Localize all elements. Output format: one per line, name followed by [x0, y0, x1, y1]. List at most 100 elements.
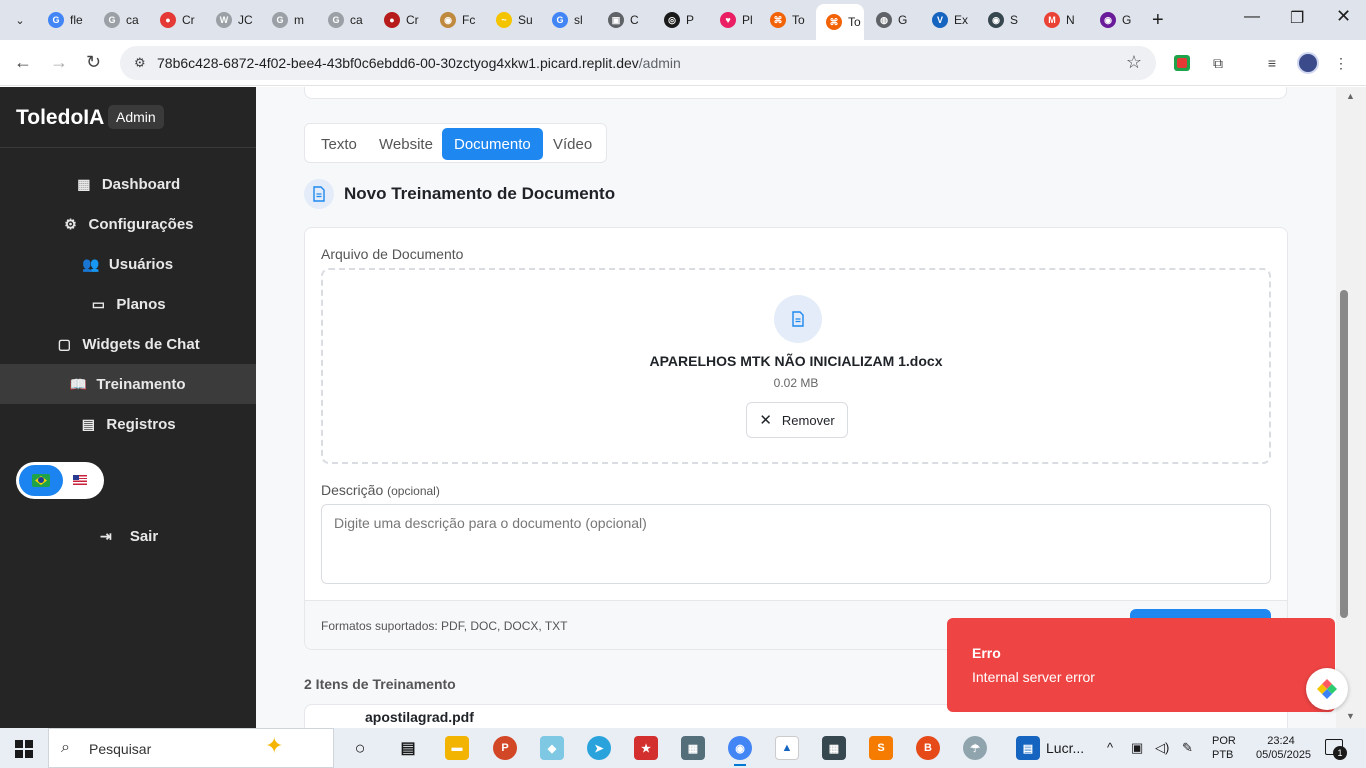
site-info-icon[interactable]: ⚙ — [134, 55, 146, 71]
app-box-icon[interactable]: ▦ — [681, 736, 705, 760]
browser-tab[interactable]: ● Cr — [160, 6, 202, 34]
browser-tab-label: To — [848, 15, 861, 29]
minimize-icon[interactable]: — — [1244, 8, 1260, 26]
close-icon: ✕ — [759, 412, 772, 429]
browser-tab[interactable]: Gca — [328, 6, 370, 34]
file-document-icon — [774, 295, 822, 343]
tab-texto[interactable]: Texto — [309, 128, 369, 160]
address-bar[interactable]: ⚙ 78b6c428-6872-4f02-bee4-43bf0c6ebdd6-0… — [120, 46, 1156, 80]
file-dropzone[interactable]: APARELHOS MTK NÃO INICIALIZAM 1.docx 0.0… — [321, 268, 1271, 464]
scroll-up-arrow-icon[interactable]: ▲ — [1346, 91, 1355, 101]
language-pt-br-option[interactable] — [19, 465, 63, 496]
sidebar-item-planos[interactable]: ▭ Planos — [0, 284, 256, 324]
browser-tab[interactable]: ◉ S — [988, 6, 1030, 34]
replit-icon: ⌘ — [826, 14, 842, 30]
app-umbrella-icon[interactable]: ☂ — [963, 736, 987, 760]
pen-icon[interactable]: ✎ — [1182, 740, 1193, 756]
browser-tab[interactable]: Gsl — [552, 6, 594, 34]
browser-tab[interactable]: MN — [1044, 6, 1086, 34]
browser-tab[interactable]: ◍ G — [876, 6, 918, 34]
extensions-puzzle-icon[interactable]: ⧉ — [1207, 52, 1229, 74]
file-explorer-icon[interactable]: ▬ — [445, 736, 469, 760]
profile-avatar[interactable] — [1297, 52, 1319, 74]
sidebar-item-configura-es[interactable]: ⚙ Configurações — [0, 204, 256, 244]
us-flag-icon[interactable] — [73, 475, 87, 485]
browser-menu-icon[interactable]: ⋮ — [1330, 52, 1352, 74]
telegram-icon[interactable]: ➤ — [587, 736, 611, 760]
logout-button[interactable]: ⇥ Sair — [0, 516, 256, 556]
app-red-star-icon[interactable]: ★ — [634, 736, 658, 760]
shield-icon: ◉ — [988, 12, 1004, 28]
browser-tab[interactable]: ◎ P — [664, 6, 706, 34]
sidebar-item-widgets-de-chat[interactable]: ▢ Widgets de Chat — [0, 324, 256, 364]
tab-video[interactable]: Vídeo — [541, 128, 604, 160]
scroll-down-arrow-icon[interactable]: ▼ — [1346, 711, 1355, 721]
browser-tab[interactable]: Gm — [272, 6, 314, 34]
extension-video-icon[interactable] — [1171, 52, 1193, 74]
bookmark-star-icon[interactable]: ☆ — [1126, 52, 1142, 73]
browser-tab-label: Pl — [742, 13, 753, 27]
description-placeholder: Digite uma descrição para o documento (o… — [334, 515, 647, 531]
sidebar-item-label: Configurações — [88, 215, 194, 233]
reload-icon[interactable]: ↻ — [86, 52, 101, 73]
taskbar-pinned-label[interactable]: Lucr... — [1046, 740, 1084, 756]
browser-tab[interactable]: Gfle — [48, 6, 90, 34]
tray-camera-icon[interactable]: ▣ — [1131, 740, 1143, 756]
cortana-circle-icon[interactable]: ○ — [348, 736, 372, 760]
wave-icon: ~ — [496, 12, 512, 28]
sidebar-item-treinamento[interactable]: 📖 Treinamento — [0, 364, 256, 404]
language-toggle[interactable] — [16, 462, 104, 499]
word-document-icon[interactable]: ▤ — [1016, 736, 1040, 760]
browser-tab-label: C — [630, 13, 639, 27]
browser-tab[interactable]: ▣ C — [608, 6, 650, 34]
app-orange-b-icon[interactable]: B — [916, 736, 940, 760]
sidebar-item-label: Planos — [116, 295, 166, 313]
tray-chevron-icon[interactable]: ^ — [1107, 740, 1113, 755]
tab-website[interactable]: Website — [367, 128, 445, 160]
chrome-icon[interactable]: ◉ — [728, 736, 752, 766]
powerpoint-icon[interactable]: P — [493, 736, 517, 760]
app-triangle-icon[interactable]: ▲ — [775, 736, 799, 760]
restore-icon[interactable]: ❐ — [1290, 8, 1304, 28]
sidebar-item-registros[interactable]: ▤ Registros — [0, 404, 256, 444]
browser-tab[interactable]: ◉ Fc — [440, 6, 482, 34]
browser-tab[interactable]: ● Cr — [384, 6, 426, 34]
remove-file-button[interactable]: ✕ Remover — [746, 402, 848, 438]
browser-tab[interactable]: V Ex — [932, 6, 974, 34]
media-controls-icon[interactable]: ≡ — [1261, 52, 1283, 74]
tab-documento[interactable]: Documento — [442, 128, 543, 160]
copilot-sparkle-icon: ✦ — [265, 733, 284, 758]
calculator-icon[interactable]: ▦ — [822, 736, 846, 760]
forward-icon[interactable]: → — [50, 52, 68, 73]
training-items-title: 2 Itens de Treinamento — [304, 676, 456, 692]
keyboard-language[interactable]: POR PTB — [1212, 734, 1236, 762]
new-tab-button[interactable]: + — [1152, 9, 1164, 32]
close-window-icon[interactable]: ✕ — [1336, 6, 1351, 27]
sublime-icon[interactable]: S — [869, 736, 893, 760]
toast-message: Internal server error — [972, 669, 1095, 685]
sidebar-item-dashboard[interactable]: ▦ Dashboard — [0, 164, 256, 204]
page-scrollbar[interactable]: ▲ ▼ — [1336, 87, 1366, 728]
volume-icon[interactable]: ◁) — [1155, 740, 1169, 756]
browser-tab[interactable]: Gca — [104, 6, 146, 34]
tab-search-chevron-icon[interactable]: ⌄ — [8, 8, 32, 32]
sidebar-item-usu-rios[interactable]: 👥 Usuários — [0, 244, 256, 284]
browser-tab[interactable]: W JC — [216, 6, 258, 34]
taskbar-search-box[interactable]: ⌕ Pesquisar ✦ — [48, 728, 334, 768]
browser-tab[interactable]: ⌘ To — [770, 6, 812, 34]
windows-start-icon[interactable] — [15, 740, 33, 758]
browser-tab[interactable]: ⌘To✕ — [816, 4, 892, 40]
browser-tab[interactable]: ♥ Pl — [720, 6, 762, 34]
google-icon: G — [104, 12, 120, 28]
red-app-icon: ● — [160, 12, 176, 28]
back-icon[interactable]: ← — [14, 52, 32, 73]
assistant-fab-button[interactable] — [1306, 668, 1348, 710]
task-view-icon[interactable]: ▤ — [396, 736, 420, 760]
description-textarea[interactable]: Digite uma descrição para o documento (o… — [321, 504, 1271, 584]
scrollbar-thumb[interactable] — [1340, 290, 1348, 618]
sidebar-item-label: Dashboard — [101, 175, 181, 193]
system-clock[interactable]: 23:24 05/05/2025 — [1256, 734, 1311, 762]
browser-tab[interactable]: ~ Su — [496, 6, 538, 34]
app-blue-icon[interactable]: ◆ — [540, 736, 564, 760]
browser-tab[interactable]: ◉ G — [1100, 6, 1142, 34]
